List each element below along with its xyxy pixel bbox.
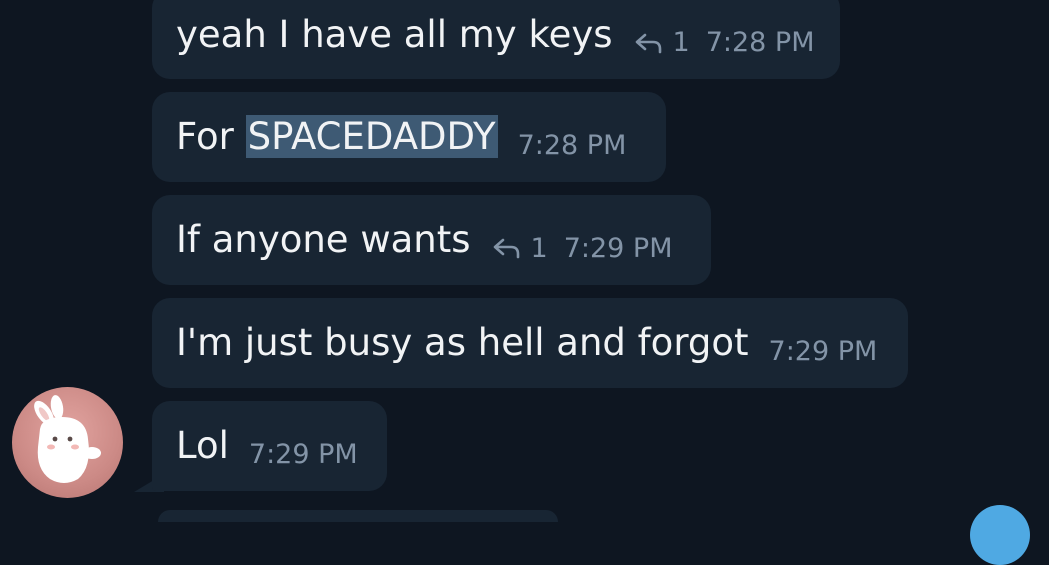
message-time: 7:28 PM — [705, 27, 815, 58]
chat-history[interactable]: yeah I have all my keys 1 7:28 PM For SP… — [0, 0, 1049, 565]
selected-text[interactable]: SPACEDADDY — [245, 115, 498, 158]
sender-avatar[interactable] — [12, 387, 123, 498]
reply-count: 1 — [530, 232, 548, 264]
message-meta: 7:28 PM — [518, 130, 627, 161]
message-bubble[interactable]: Lol 7:29 PM — [152, 401, 387, 491]
scroll-down-button[interactable] — [970, 505, 1030, 565]
message-text: Lol — [176, 424, 229, 467]
message-text: yeah I have all my keys — [176, 12, 613, 56]
message-text-prefix: For — [176, 115, 246, 158]
message-bubble[interactable]: If anyone wants 1 7:29 PM — [152, 195, 711, 285]
message-time: 7:29 PM — [563, 232, 673, 264]
message-bubble[interactable]: I'm just busy as hell and forgot 7:29 PM — [152, 298, 908, 388]
message-text: If anyone wants — [176, 218, 471, 261]
message-meta: 1 7:28 PM — [633, 27, 815, 58]
message-time: 7:29 PM — [768, 335, 878, 367]
message-meta: 7:29 PM — [769, 336, 878, 367]
reply-count: 1 — [672, 27, 690, 58]
message-meta: 1 7:29 PM — [491, 233, 673, 264]
message-bubble[interactable]: yeah I have all my keys 1 7:28 PM — [152, 0, 840, 79]
message-meta: 7:29 PM — [249, 439, 358, 470]
next-message-bubble[interactable] — [158, 510, 558, 522]
message-time: 7:28 PM — [517, 129, 627, 161]
reply-arrow-icon[interactable] — [491, 237, 521, 259]
reply-arrow-icon[interactable] — [633, 32, 663, 54]
message-text: I'm just busy as hell and forgot — [176, 321, 749, 364]
message-time: 7:29 PM — [248, 438, 358, 470]
bunny-avatar-icon — [34, 395, 101, 483]
message-text: For SPACEDADDY — [176, 115, 498, 159]
message-bubble[interactable]: For SPACEDADDY 7:28 PM — [152, 92, 666, 182]
